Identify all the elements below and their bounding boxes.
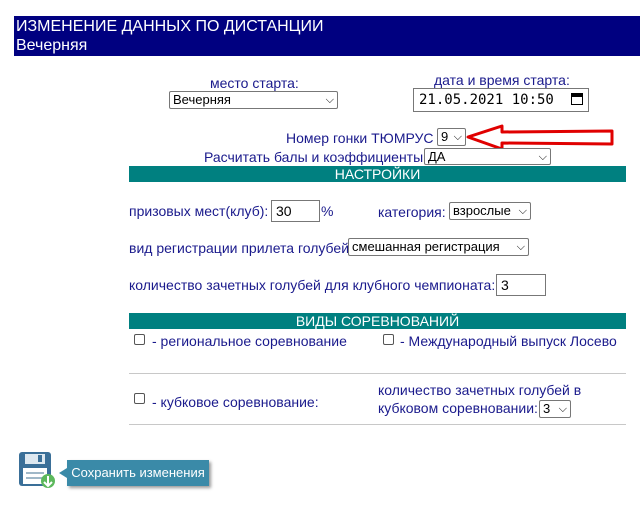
cup-count-select[interactable]: 3 ⌵ — [539, 400, 571, 418]
chevron-down-icon: ⌵ — [453, 131, 462, 143]
divider — [129, 373, 626, 374]
race-number-select[interactable]: 9 ⌵ — [437, 128, 466, 146]
red-arrow-annotation — [466, 124, 614, 150]
regional-label: - региональное соревнование — [152, 333, 347, 349]
race-number-label: Номер гонки ТЮМРУС — [286, 130, 434, 146]
start-place-label: место старта: — [210, 75, 299, 91]
chevron-down-icon: ⌵ — [516, 241, 525, 253]
cup-checkbox[interactable] — [134, 393, 145, 404]
page-subtitle: Вечерняя — [16, 37, 88, 54]
calc-points-label: Расчитать балы и коэффициенты — [204, 149, 424, 165]
regional-checkbox[interactable] — [134, 334, 145, 345]
chevron-down-icon: ⌵ — [558, 403, 567, 415]
registration-type-select[interactable]: смешанная регистрация ⌵ — [348, 238, 529, 256]
club-count-label: количество зачетных голубей для клубного… — [129, 277, 496, 293]
save-changes-button[interactable]: Сохранить изменения — [59, 460, 209, 486]
page-header: ИЗМЕНЕНИЕ ДАННЫХ ПО ДИСТАНЦИИ Вечерняя — [14, 16, 640, 56]
settings-section-header: НАСТРОЙКИ — [129, 166, 626, 182]
chevron-down-icon: ⌵ — [325, 94, 334, 106]
competitions-section-header: ВИДЫ СОРЕВНОВАНИЙ — [129, 313, 626, 329]
calendar-icon[interactable] — [571, 93, 583, 105]
category-label: категория: — [378, 204, 446, 220]
divider — [129, 424, 626, 425]
start-datetime-label: дата и время старта: — [434, 72, 570, 88]
registration-type-label: вид регистрации прилета голубей: — [129, 240, 353, 256]
chevron-down-icon: ⌵ — [538, 151, 547, 163]
calc-points-select[interactable]: ДА ⌵ — [424, 148, 551, 165]
international-checkbox[interactable] — [383, 334, 394, 345]
start-place-select[interactable]: Вечерняя ⌵ — [169, 91, 338, 109]
prize-places-label: призовых мест(клуб): — [129, 203, 269, 219]
club-count-input[interactable]: 3 — [496, 274, 546, 296]
cup-label: - кубковое соревнование: — [152, 394, 319, 410]
chevron-down-icon: ⌵ — [518, 205, 527, 217]
category-select[interactable]: взрослые ⌵ — [449, 202, 531, 220]
start-datetime-input[interactable]: 21.05.2021 10:50 — [413, 88, 589, 112]
international-label: - Международный выпуск Лосево — [400, 333, 617, 349]
cup-count-label-line1: количество зачетных голубей в — [378, 382, 582, 398]
save-icon[interactable] — [18, 451, 56, 489]
cup-count-label-line2: кубковом соревновании: — [378, 400, 538, 416]
page-title: ИЗМЕНЕНИЕ ДАННЫХ ПО ДИСТАНЦИИ — [16, 18, 324, 35]
prize-unit: % — [321, 203, 334, 219]
prize-places-input[interactable]: 30 — [271, 200, 320, 222]
